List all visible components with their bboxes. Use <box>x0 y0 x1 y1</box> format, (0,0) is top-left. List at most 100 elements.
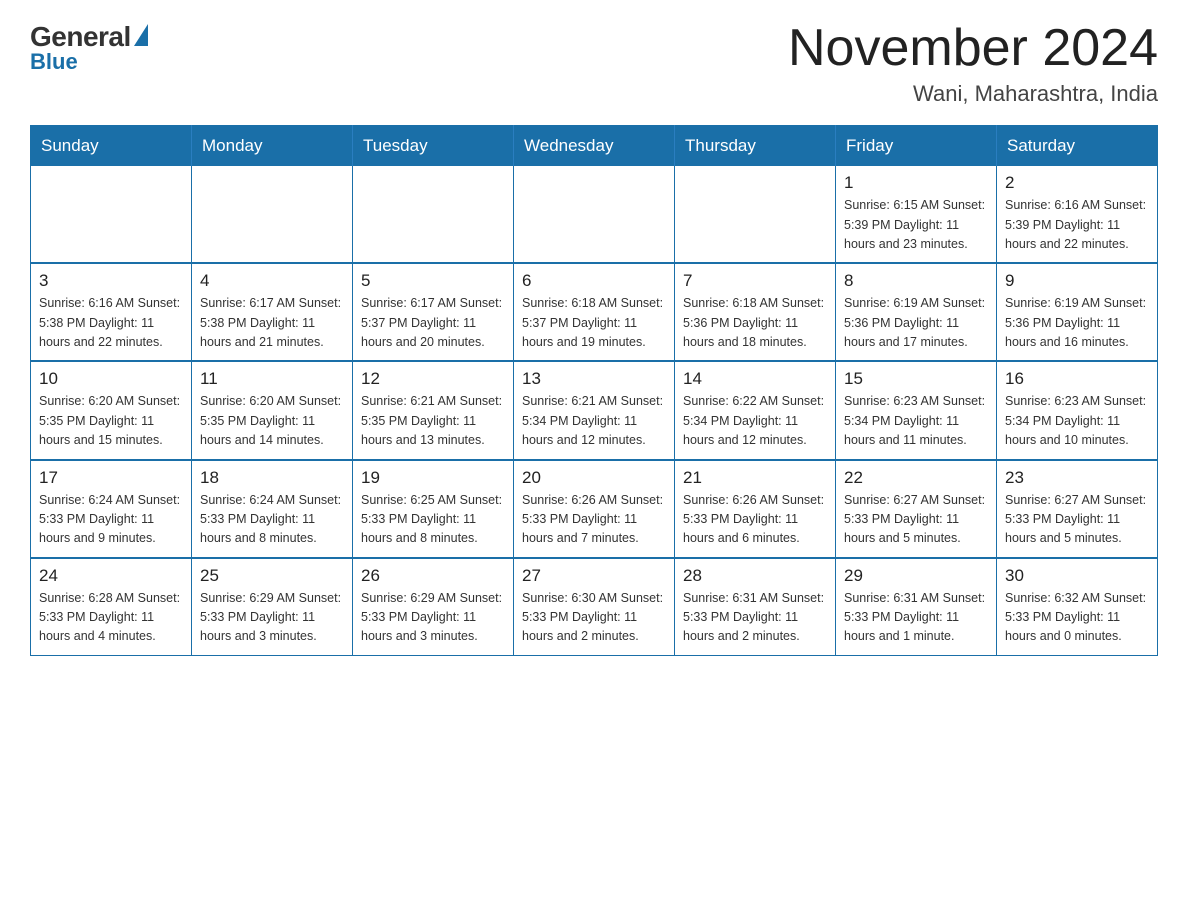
location-subtitle: Wani, Maharashtra, India <box>788 81 1158 107</box>
day-number: 16 <box>1005 369 1149 389</box>
logo: General Blue <box>30 20 148 75</box>
day-number: 22 <box>844 468 988 488</box>
day-info: Sunrise: 6:31 AM Sunset: 5:33 PM Dayligh… <box>683 589 827 647</box>
day-number: 24 <box>39 566 183 586</box>
calendar-day-cell: 4 Sunrise: 6:17 AM Sunset: 5:38 PM Daylig… <box>192 263 353 361</box>
logo-blue-text: Blue <box>30 49 78 75</box>
calendar-day-cell: 15Sunrise: 6:23 AM Sunset: 5:34 PM Dayli… <box>836 361 997 459</box>
calendar-day-cell: 9Sunrise: 6:19 AM Sunset: 5:36 PM Daylig… <box>997 263 1158 361</box>
day-info: Sunrise: 6:32 AM Sunset: 5:33 PM Dayligh… <box>1005 589 1149 647</box>
calendar-day-cell: 10 Sunrise: 6:20 AM Sunset: 5:35 PM Dayli… <box>31 361 192 459</box>
calendar-day-cell <box>353 166 514 263</box>
calendar-week-row: 10 Sunrise: 6:20 AM Sunset: 5:35 PM Dayli… <box>31 361 1158 459</box>
weekday-header-wednesday: Wednesday <box>514 126 675 167</box>
day-info: Sunrise: 6:21 AM Sunset: 5:35 PM Dayligh… <box>361 392 505 450</box>
day-info: Sunrise: 6:28 AM Sunset: 5:33 PM Dayligh… <box>39 589 183 647</box>
logo-triangle-icon <box>134 24 148 46</box>
weekday-header-row: SundayMondayTuesdayWednesdayThursdayFrid… <box>31 126 1158 167</box>
calendar-day-cell: 5 Sunrise: 6:17 AM Sunset: 5:37 PM Daylig… <box>353 263 514 361</box>
calendar-day-cell: 7 Sunrise: 6:18 AM Sunset: 5:36 PM Daylig… <box>675 263 836 361</box>
calendar-day-cell: 29Sunrise: 6:31 AM Sunset: 5:33 PM Dayli… <box>836 558 997 656</box>
calendar-week-row: 17 Sunrise: 6:24 AM Sunset: 5:33 PM Dayli… <box>31 460 1158 558</box>
calendar-day-cell: 6Sunrise: 6:18 AM Sunset: 5:37 PM Daylig… <box>514 263 675 361</box>
calendar-day-cell: 13 Sunrise: 6:21 AM Sunset: 5:34 PM Dayli… <box>514 361 675 459</box>
day-number: 12 <box>361 369 505 389</box>
calendar-day-cell: 22 Sunrise: 6:27 AM Sunset: 5:33 PM Dayli… <box>836 460 997 558</box>
day-info: Sunrise: 6:19 AM Sunset: 5:36 PM Dayligh… <box>844 294 988 352</box>
calendar-day-cell: 27 Sunrise: 6:30 AM Sunset: 5:33 PM Dayli… <box>514 558 675 656</box>
day-info: Sunrise: 6:22 AM Sunset: 5:34 PM Dayligh… <box>683 392 827 450</box>
day-number: 3 <box>39 271 183 291</box>
day-number: 25 <box>200 566 344 586</box>
day-number: 21 <box>683 468 827 488</box>
calendar-table: SundayMondayTuesdayWednesdayThursdayFrid… <box>30 125 1158 656</box>
calendar-day-cell: 16 Sunrise: 6:23 AM Sunset: 5:34 PM Dayli… <box>997 361 1158 459</box>
day-number: 8 <box>844 271 988 291</box>
day-info: Sunrise: 6:27 AM Sunset: 5:33 PM Dayligh… <box>844 491 988 549</box>
day-number: 28 <box>683 566 827 586</box>
day-info: Sunrise: 6:21 AM Sunset: 5:34 PM Dayligh… <box>522 392 666 450</box>
calendar-day-cell: 11 Sunrise: 6:20 AM Sunset: 5:35 PM Dayli… <box>192 361 353 459</box>
day-info: Sunrise: 6:16 AM Sunset: 5:39 PM Dayligh… <box>1005 196 1149 254</box>
weekday-header-thursday: Thursday <box>675 126 836 167</box>
day-number: 17 <box>39 468 183 488</box>
page-header: General Blue November 2024 Wani, Maharas… <box>30 20 1158 107</box>
calendar-day-cell: 24 Sunrise: 6:28 AM Sunset: 5:33 PM Dayli… <box>31 558 192 656</box>
day-number: 30 <box>1005 566 1149 586</box>
day-info: Sunrise: 6:20 AM Sunset: 5:35 PM Dayligh… <box>200 392 344 450</box>
day-info: Sunrise: 6:31 AM Sunset: 5:33 PM Dayligh… <box>844 589 988 647</box>
day-number: 14 <box>683 369 827 389</box>
day-info: Sunrise: 6:23 AM Sunset: 5:34 PM Dayligh… <box>1005 392 1149 450</box>
day-number: 19 <box>361 468 505 488</box>
day-info: Sunrise: 6:18 AM Sunset: 5:36 PM Dayligh… <box>683 294 827 352</box>
calendar-day-cell: 14 Sunrise: 6:22 AM Sunset: 5:34 PM Dayli… <box>675 361 836 459</box>
day-info: Sunrise: 6:18 AM Sunset: 5:37 PM Dayligh… <box>522 294 666 352</box>
calendar-week-row: 1Sunrise: 6:15 AM Sunset: 5:39 PM Daylig… <box>31 166 1158 263</box>
day-info: Sunrise: 6:16 AM Sunset: 5:38 PM Dayligh… <box>39 294 183 352</box>
day-info: Sunrise: 6:26 AM Sunset: 5:33 PM Dayligh… <box>683 491 827 549</box>
day-info: Sunrise: 6:24 AM Sunset: 5:33 PM Dayligh… <box>39 491 183 549</box>
day-info: Sunrise: 6:27 AM Sunset: 5:33 PM Dayligh… <box>1005 491 1149 549</box>
calendar-day-cell: 2 Sunrise: 6:16 AM Sunset: 5:39 PM Daylig… <box>997 166 1158 263</box>
calendar-week-row: 3 Sunrise: 6:16 AM Sunset: 5:38 PM Daylig… <box>31 263 1158 361</box>
day-info: Sunrise: 6:25 AM Sunset: 5:33 PM Dayligh… <box>361 491 505 549</box>
day-info: Sunrise: 6:23 AM Sunset: 5:34 PM Dayligh… <box>844 392 988 450</box>
calendar-day-cell <box>192 166 353 263</box>
day-number: 4 <box>200 271 344 291</box>
day-info: Sunrise: 6:20 AM Sunset: 5:35 PM Dayligh… <box>39 392 183 450</box>
calendar-day-cell: 30 Sunrise: 6:32 AM Sunset: 5:33 PM Dayli… <box>997 558 1158 656</box>
day-number: 27 <box>522 566 666 586</box>
day-info: Sunrise: 6:17 AM Sunset: 5:38 PM Dayligh… <box>200 294 344 352</box>
day-number: 18 <box>200 468 344 488</box>
calendar-day-cell <box>675 166 836 263</box>
calendar-day-cell: 17 Sunrise: 6:24 AM Sunset: 5:33 PM Dayli… <box>31 460 192 558</box>
month-year-title: November 2024 <box>788 20 1158 77</box>
day-info: Sunrise: 6:15 AM Sunset: 5:39 PM Dayligh… <box>844 196 988 254</box>
calendar-week-row: 24 Sunrise: 6:28 AM Sunset: 5:33 PM Dayli… <box>31 558 1158 656</box>
day-number: 7 <box>683 271 827 291</box>
weekday-header-tuesday: Tuesday <box>353 126 514 167</box>
day-number: 11 <box>200 369 344 389</box>
calendar-day-cell <box>514 166 675 263</box>
day-number: 2 <box>1005 173 1149 193</box>
calendar-day-cell: 18 Sunrise: 6:24 AM Sunset: 5:33 PM Dayli… <box>192 460 353 558</box>
calendar-day-cell: 1Sunrise: 6:15 AM Sunset: 5:39 PM Daylig… <box>836 166 997 263</box>
day-info: Sunrise: 6:30 AM Sunset: 5:33 PM Dayligh… <box>522 589 666 647</box>
calendar-day-cell: 26Sunrise: 6:29 AM Sunset: 5:33 PM Dayli… <box>353 558 514 656</box>
calendar-day-cell: 23 Sunrise: 6:27 AM Sunset: 5:33 PM Dayli… <box>997 460 1158 558</box>
day-info: Sunrise: 6:29 AM Sunset: 5:33 PM Dayligh… <box>200 589 344 647</box>
day-info: Sunrise: 6:24 AM Sunset: 5:33 PM Dayligh… <box>200 491 344 549</box>
calendar-day-cell: 8 Sunrise: 6:19 AM Sunset: 5:36 PM Daylig… <box>836 263 997 361</box>
title-block: November 2024 Wani, Maharashtra, India <box>788 20 1158 107</box>
day-number: 13 <box>522 369 666 389</box>
day-info: Sunrise: 6:29 AM Sunset: 5:33 PM Dayligh… <box>361 589 505 647</box>
day-number: 5 <box>361 271 505 291</box>
calendar-day-cell: 28 Sunrise: 6:31 AM Sunset: 5:33 PM Dayli… <box>675 558 836 656</box>
weekday-header-friday: Friday <box>836 126 997 167</box>
day-number: 9 <box>1005 271 1149 291</box>
weekday-header-monday: Monday <box>192 126 353 167</box>
day-info: Sunrise: 6:17 AM Sunset: 5:37 PM Dayligh… <box>361 294 505 352</box>
weekday-header-sunday: Sunday <box>31 126 192 167</box>
day-number: 10 <box>39 369 183 389</box>
day-number: 23 <box>1005 468 1149 488</box>
